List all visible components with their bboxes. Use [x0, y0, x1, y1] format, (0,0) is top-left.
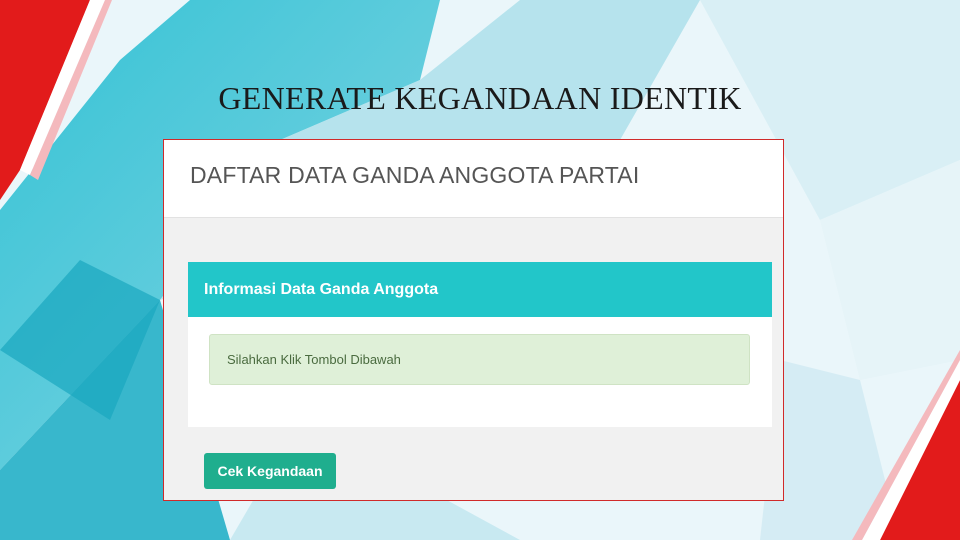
success-alert: Silahkan Klik Tombol Dibawah — [209, 334, 750, 385]
page-title: DAFTAR DATA GANDA ANGGOTA PARTAI — [190, 162, 640, 188]
info-panel: Informasi Data Ganda Anggota Silahkan Kl… — [188, 262, 772, 427]
app-screenshot: DAFTAR DATA GANDA ANGGOTA PARTAI Informa… — [163, 139, 784, 501]
panel-heading: Informasi Data Ganda Anggota — [188, 262, 772, 317]
slide-title: GENERATE KEGANDAAN IDENTIK — [218, 80, 742, 116]
app-header: DAFTAR DATA GANDA ANGGOTA PARTAI — [164, 140, 783, 218]
cek-kegandaan-button[interactable]: Cek Kegandaan — [204, 453, 336, 489]
